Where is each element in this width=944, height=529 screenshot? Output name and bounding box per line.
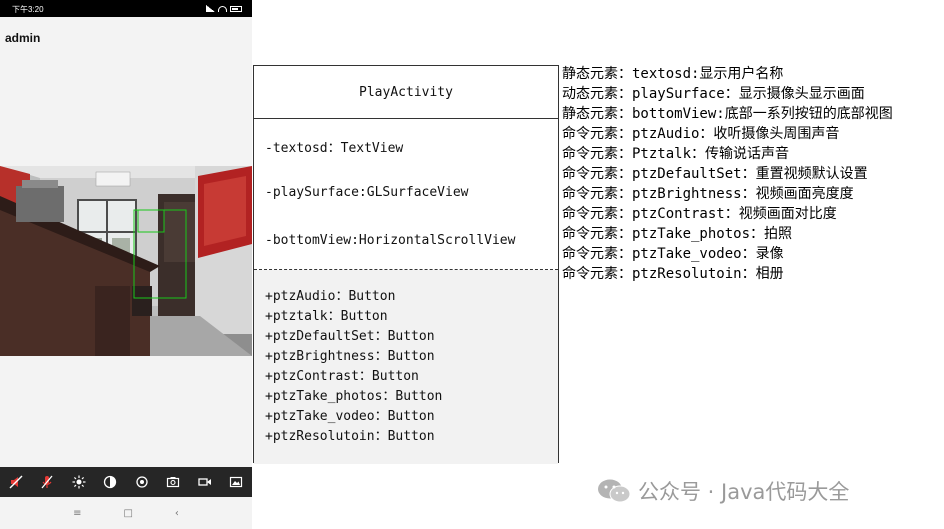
reset-icon — [136, 476, 148, 488]
method-item: +ptztalk：Button — [265, 309, 388, 324]
watermark: 公众号 · Java代码大全 — [597, 476, 849, 506]
brightness-icon — [72, 475, 86, 489]
note-line: 动态元素：playSurface：显示摄像头显示画面 — [562, 86, 865, 102]
method-item: +ptzAudio：Button — [265, 289, 396, 304]
status-time: 下午3:20 — [12, 5, 44, 14]
status-icons — [206, 5, 242, 12]
signal-icon — [206, 5, 215, 12]
method-item: +ptzContrast：Button — [265, 369, 419, 384]
mute-speaker-icon — [9, 475, 23, 489]
system-nav-bar: ≡ □ ‹ — [0, 497, 252, 529]
class-name: PlayActivity — [359, 84, 453, 100]
note-line: 静态元素：bottomView:底部一系列按钮的底部视图 — [562, 106, 893, 122]
note-line: 命令元素：ptzResolutoin：相册 — [562, 266, 784, 282]
ptz-take-video-button[interactable] — [194, 471, 216, 493]
ptz-contrast-button[interactable] — [99, 471, 121, 493]
ptz-talk-button[interactable] — [36, 471, 58, 493]
nav-home-icon[interactable]: □ — [123, 508, 132, 519]
phone-screen: 下午3:20 admin ≡ □ ‹ — [0, 0, 252, 529]
method-section: +ptzAudio：Button +ptztalk：Button +ptzDef… — [254, 270, 558, 464]
note-line: 命令元素：ptzContrast：视频画面对比度 — [562, 206, 837, 222]
mute-mic-icon — [41, 475, 53, 489]
note-line: 命令元素：ptzAudio：收听摄像头周围声音 — [562, 126, 840, 142]
video-icon — [198, 478, 211, 486]
nav-menu-icon[interactable]: ≡ — [73, 508, 81, 519]
note-line: 静态元素：textosd:显示用户名称 — [562, 66, 784, 82]
method-item: +ptzTake_vodeo：Button — [265, 409, 435, 424]
element-notes: 静态元素：textosd:显示用户名称 动态元素：playSurface：显示摄… — [562, 64, 893, 284]
textosd-username: admin — [5, 31, 41, 45]
camera-icon — [167, 477, 180, 488]
note-line: 命令元素：ptzDefaultSet：重置视频默认设置 — [562, 166, 868, 182]
class-name-section: PlayActivity — [254, 66, 558, 119]
note-line: 命令元素：ptzTake_photos：拍照 — [562, 226, 793, 242]
uml-class-box: PlayActivity -textosd：TextView -playSurf… — [253, 65, 559, 464]
method-item: +ptzDefaultSet：Button — [265, 329, 435, 344]
note-line: 命令元素：ptzTake_vodeo：录像 — [562, 246, 784, 262]
watermark-text: 公众号 · Java代码大全 — [638, 480, 850, 504]
method-item: +ptzBrightness：Button — [265, 349, 435, 364]
note-line: 命令元素：ptzBrightness：视频画面亮度度 — [562, 186, 854, 202]
nav-back-icon[interactable]: ‹ — [175, 508, 179, 519]
camera-feed-image — [0, 166, 252, 356]
gallery-icon — [230, 476, 243, 488]
play-surface[interactable] — [0, 166, 252, 356]
method-item: +ptzTake_photos：Button — [265, 389, 443, 404]
status-bar: 下午3:20 — [0, 0, 252, 17]
wifi-icon — [218, 5, 227, 12]
ptz-resolution-button[interactable] — [225, 471, 247, 493]
method-item: +ptzResolutoin：Button — [265, 429, 435, 444]
wechat-icon — [598, 479, 631, 503]
battery-icon — [230, 5, 242, 12]
attribute-section: -textosd：TextView -playSurface:GLSurface… — [254, 119, 558, 270]
attribute-textosd: -textosd：TextView — [265, 141, 404, 156]
note-line: 命令元素：Ptztalk：传输说话声音 — [562, 146, 790, 162]
ptz-audio-button[interactable] — [5, 471, 27, 493]
ptz-default-set-button[interactable] — [131, 471, 153, 493]
ptz-brightness-button[interactable] — [68, 471, 90, 493]
ptz-take-photos-button[interactable] — [162, 471, 184, 493]
contrast-icon — [104, 475, 117, 489]
attribute-bottomview: -bottomView:HorizontalScrollView — [265, 233, 516, 248]
attribute-playsurface: -playSurface:GLSurfaceView — [265, 185, 469, 200]
bottom-view[interactable] — [0, 467, 252, 497]
